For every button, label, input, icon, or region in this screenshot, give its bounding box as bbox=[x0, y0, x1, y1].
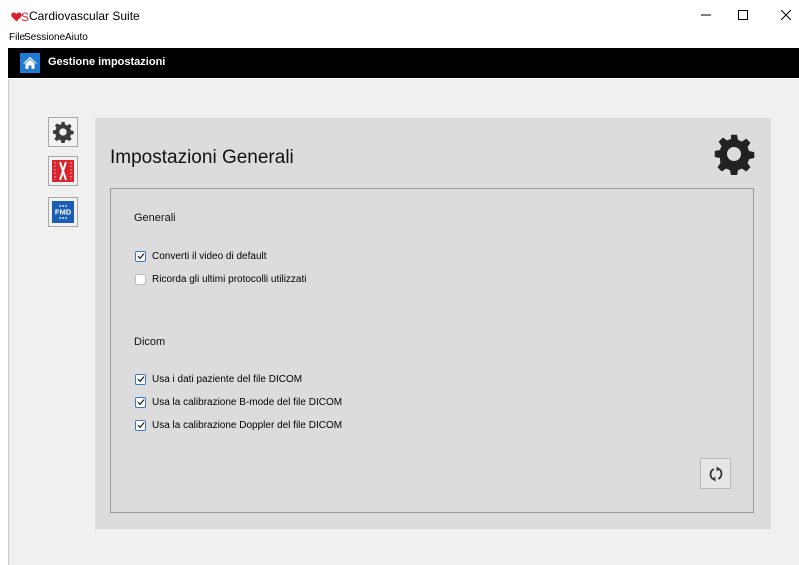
section-title-dicom: Dicom bbox=[134, 336, 166, 348]
minimize-icon bbox=[701, 14, 711, 16]
section-title-generali: Generali bbox=[134, 212, 176, 224]
title-bar: S Cardiovascular Suite bbox=[0, 0, 799, 30]
checkmark-icon bbox=[137, 253, 144, 260]
page-title: Gestione impostazioni bbox=[48, 56, 166, 68]
home-button[interactable] bbox=[20, 53, 40, 73]
checkbox-calibrazione-bmode[interactable] bbox=[135, 396, 146, 408]
refresh-icon bbox=[709, 465, 722, 482]
checkmark-icon bbox=[137, 399, 144, 406]
option-label: Usa la calibrazione B-mode del file DICO… bbox=[152, 396, 343, 408]
panel-title: Impostazioni Generali bbox=[110, 147, 294, 168]
settings-box bbox=[110, 188, 754, 513]
gear-icon bbox=[52, 121, 74, 143]
menu-sessione[interactable]: Sessione bbox=[24, 32, 65, 43]
sidebar-item-general-settings[interactable] bbox=[48, 117, 78, 147]
home-icon bbox=[23, 57, 37, 69]
checkbox-calibrazione-doppler[interactable] bbox=[135, 419, 146, 431]
option-label: Ricorda gli ultimi protocolli utilizzati bbox=[152, 273, 307, 285]
option-calibrazione-doppler[interactable]: Usa la calibrazione Doppler del file DIC… bbox=[135, 418, 342, 432]
panel-gear-icon bbox=[713, 133, 755, 176]
page-header: Gestione impostazioni bbox=[8, 48, 799, 78]
option-ricorda-protocolli[interactable]: Ricorda gli ultimi protocolli utilizzati bbox=[135, 272, 307, 286]
maximize-button[interactable] bbox=[720, 0, 766, 30]
option-calibrazione-bmode[interactable]: Usa la calibrazione B-mode del file DICO… bbox=[135, 395, 342, 409]
sidebar-item-fmd[interactable]: FMD bbox=[48, 197, 78, 227]
menu-file[interactable]: File bbox=[9, 32, 25, 43]
checkbox-ricorda-protocolli[interactable] bbox=[135, 273, 146, 285]
checkbox-converti-video[interactable] bbox=[135, 250, 146, 262]
fmd-icon: FMD bbox=[52, 201, 74, 223]
app-logo-letter: S bbox=[21, 10, 30, 24]
window-title: Cardiovascular Suite bbox=[29, 9, 140, 23]
cardio-icon bbox=[52, 160, 74, 182]
close-icon bbox=[781, 10, 791, 20]
app-logo: S bbox=[11, 10, 29, 24]
option-dati-paziente-dicom[interactable]: Usa i dati paziente del file DICOM bbox=[135, 372, 302, 386]
checkbox-dati-paziente-dicom[interactable] bbox=[135, 373, 146, 385]
menu-aiuto[interactable]: Aiuto bbox=[65, 32, 88, 43]
checkmark-icon bbox=[137, 422, 144, 429]
option-label: Converti il video di default bbox=[152, 250, 267, 262]
fmd-icon-label: FMD bbox=[55, 208, 72, 217]
reset-defaults-button[interactable] bbox=[700, 458, 731, 489]
option-label: Usa la calibrazione Doppler del file DIC… bbox=[152, 419, 343, 431]
option-label: Usa i dati paziente del file DICOM bbox=[152, 373, 303, 385]
maximize-icon bbox=[738, 10, 748, 20]
gear-icon bbox=[714, 134, 755, 176]
menu-bar: File Sessione Aiuto bbox=[0, 29, 799, 46]
close-button[interactable] bbox=[763, 0, 799, 30]
option-converti-video[interactable]: Converti il video di default bbox=[135, 249, 267, 263]
sidebar-item-cardio[interactable] bbox=[48, 156, 78, 186]
checkmark-icon bbox=[137, 376, 144, 383]
